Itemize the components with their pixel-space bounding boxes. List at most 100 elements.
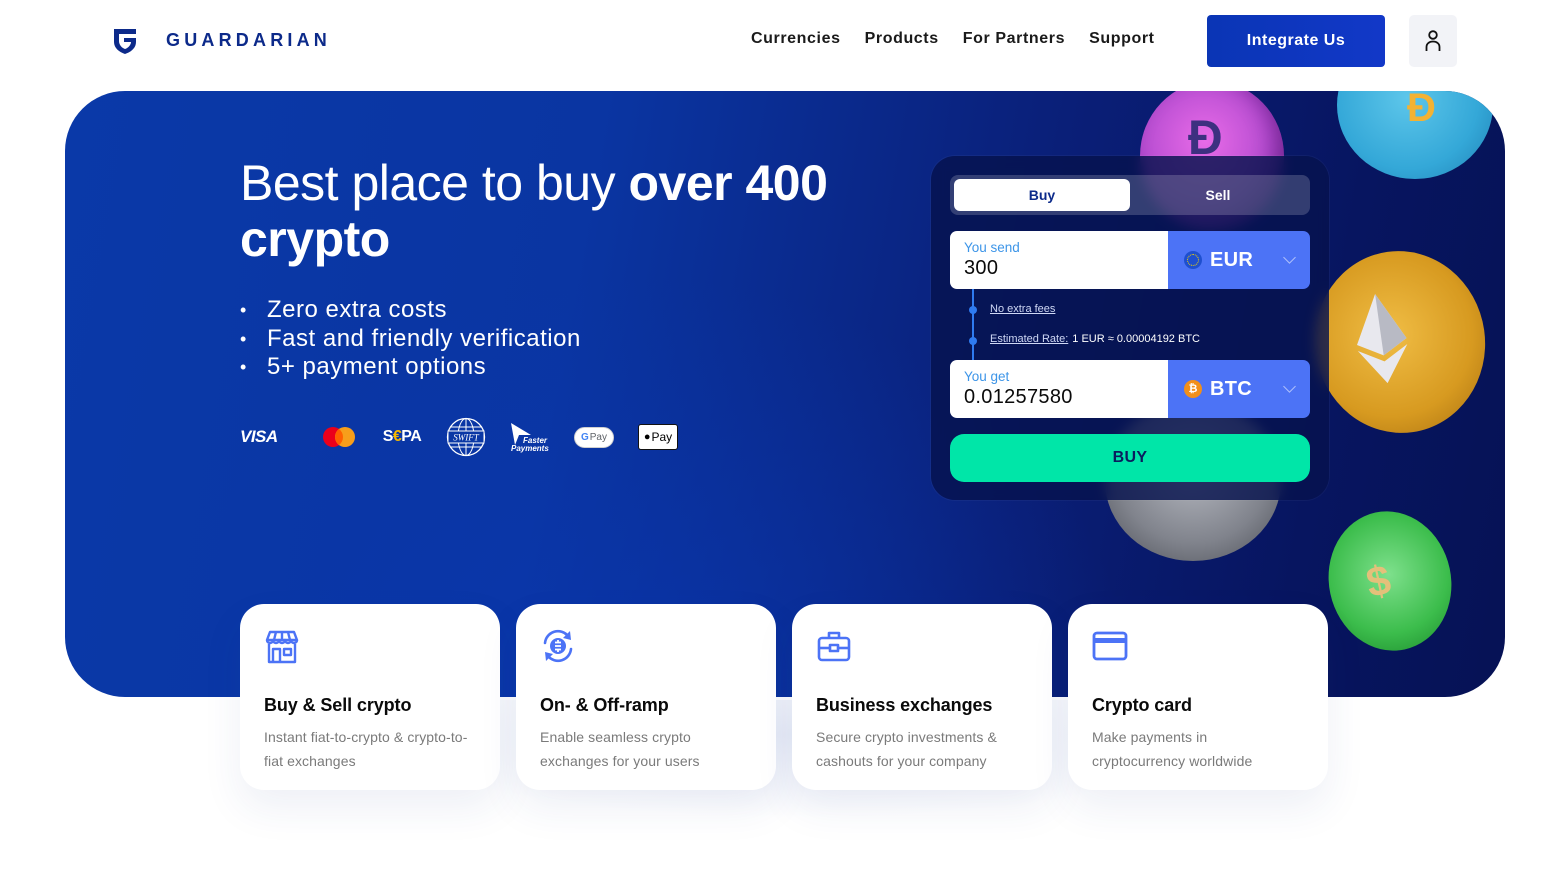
get-amount-input[interactable]: You get 0.01257580 <box>950 360 1168 418</box>
card-description: Instant fiat-to-crypto & crypto-to-fiat … <box>264 729 468 769</box>
hero-heading-bold: over 400 <box>628 155 828 211</box>
credit-card-icon <box>1092 631 1128 661</box>
sepa-pa: PA <box>401 428 422 445</box>
payments-text: Payments <box>511 444 549 453</box>
card-description: Enable seamless crypto exchanges for you… <box>540 729 700 769</box>
feature-list: • Zero extra costs • Fast and friendly ver… <box>240 296 581 382</box>
faster-payments-icon: Faster Payments <box>511 423 549 453</box>
feature-item: • Zero extra costs <box>240 296 581 325</box>
hero-heading-regular: Best place to buy <box>240 155 629 211</box>
no-extra-fees-link[interactable]: No extra fees <box>990 303 1055 315</box>
crypto-exchange-icon <box>543 629 573 663</box>
card-title: On- & Off-ramp <box>540 695 669 715</box>
rate-info: Estimated Rate: 1 EUR ≈ 0.00004192 BTC <box>990 333 1200 345</box>
feature-text: 5+ payment options <box>267 353 487 380</box>
faster-payments-logo: Faster Payments <box>498 417 562 457</box>
exchange-widget: Buy Sell You send 300 EUR No extra fees … <box>931 156 1329 500</box>
card-on-off-ramp[interactable]: On- & Off-ramp Enable seamless crypto ex… <box>516 604 776 790</box>
chevron-down-icon <box>1283 380 1296 393</box>
nav-for-partners[interactable]: For Partners <box>963 30 1065 48</box>
buy-button[interactable]: BUY <box>950 434 1310 482</box>
nav-currencies[interactable]: Currencies <box>751 30 841 48</box>
apple-pay-badge: ● Pay <box>638 424 678 450</box>
fees-info: No extra fees <box>990 303 1055 315</box>
google-pay-text: Pay <box>589 431 607 443</box>
card-title: Business exchanges <box>816 695 993 715</box>
apple-pay-text: Pay <box>651 430 673 444</box>
payment-methods: VISA S € PA SWIFT Faster Payments G Pay … <box>240 417 690 457</box>
bullet: • <box>240 328 247 349</box>
bullet: • <box>240 300 247 320</box>
send-currency-code: EUR <box>1210 248 1254 271</box>
feature-item: • 5+ payment options <box>240 353 581 382</box>
google-g-icon: G <box>580 431 589 443</box>
card-description: Secure crypto investments & cashouts for… <box>816 729 997 769</box>
google-pay-logo: G Pay <box>562 417 626 457</box>
storefront-icon <box>265 630 299 664</box>
visa-logo: VISA <box>240 417 308 457</box>
timeline-dot <box>969 306 977 314</box>
product-cards: Buy & Sell crypto Instant fiat-to-crypto… <box>240 604 1328 790</box>
account-button[interactable] <box>1409 15 1457 67</box>
get-amount-value: 0.01257580 <box>964 386 1073 408</box>
timeline-dot <box>969 337 977 345</box>
main-nav: Currencies Products For Partners Support <box>751 30 1155 48</box>
apple-pay-logo: ● Pay <box>626 417 690 457</box>
stellar-icon: $ <box>1362 555 1395 607</box>
card-business-exchanges[interactable]: Business exchanges Secure crypto investm… <box>792 604 1052 790</box>
mastercard-icon <box>323 427 355 447</box>
card-description: Make payments in cryptocurrency worldwid… <box>1092 729 1253 769</box>
card-crypto-card[interactable]: Crypto card Make payments in cryptocurre… <box>1068 604 1328 790</box>
card-buy-sell-crypto[interactable]: Buy & Sell crypto Instant fiat-to-crypto… <box>240 604 500 790</box>
swift-logo: SWIFT <box>434 417 498 457</box>
sepa-s: S <box>382 428 394 445</box>
logo[interactable]: GUARDARIAN <box>112 27 331 54</box>
bullet: • <box>240 357 247 377</box>
feature-item: • Fast and friendly verification <box>240 325 581 354</box>
briefcase-icon <box>817 631 851 662</box>
get-label: You get <box>964 369 1010 384</box>
swift-text: SWIFT <box>453 433 479 443</box>
bitcoin-icon: ₿ <box>1184 380 1202 398</box>
rate-timeline <box>972 289 974 360</box>
coin-dogecoin-illustration: Ð <box>1337 91 1493 179</box>
send-currency-select[interactable]: EUR <box>1168 231 1310 289</box>
hero-heading: Best place to buy over 400 crypto <box>240 155 860 267</box>
hero-heading-bold-2: crypto <box>240 211 390 267</box>
brand-name: GUARDARIAN <box>166 30 331 50</box>
feature-text: Fast and friendly verification <box>267 324 581 352</box>
eu-flag-icon <box>1184 251 1202 269</box>
estimated-rate-link[interactable]: Estimated Rate: <box>990 333 1068 345</box>
send-amount-input[interactable]: You send 300 <box>950 231 1168 289</box>
site-header: GUARDARIAN Currencies Products For Partn… <box>0 0 1568 82</box>
card-title: Buy & Sell crypto <box>264 695 412 715</box>
feature-text: Zero extra costs <box>267 296 448 323</box>
nav-products[interactable]: Products <box>865 30 939 48</box>
apple-icon: ● <box>643 431 651 443</box>
integrate-us-button[interactable]: Integrate Us <box>1207 15 1385 67</box>
send-amount-value: 300 <box>964 257 999 279</box>
send-label: You send <box>964 240 1020 255</box>
card-title: Crypto card <box>1092 695 1192 715</box>
get-field: You get 0.01257580 ₿ BTC <box>950 360 1310 418</box>
tab-buy[interactable]: Buy <box>954 179 1130 211</box>
google-pay-badge: G Pay <box>574 426 614 448</box>
ethereum-icon <box>1357 294 1408 384</box>
coin-stellar-illustration: $ <box>1315 499 1465 663</box>
tab-sell[interactable]: Sell <box>1130 179 1306 211</box>
send-field: You send 300 EUR <box>950 231 1310 289</box>
visa-text: VISA <box>240 427 278 446</box>
sepa-euro: € <box>392 428 402 445</box>
coin-ethereum-illustration <box>1303 240 1497 444</box>
mastercard-logo <box>308 417 370 457</box>
get-currency-select[interactable]: ₿ BTC <box>1168 360 1310 418</box>
dogecoin-icon: Ð <box>1407 91 1436 130</box>
estimated-rate-value: 1 EUR ≈ 0.00004192 BTC <box>1072 333 1200 345</box>
chevron-down-icon <box>1283 251 1296 264</box>
nav-support[interactable]: Support <box>1089 30 1155 48</box>
buy-sell-tabs: Buy Sell <box>950 175 1310 215</box>
guardarian-shield-icon <box>114 29 136 54</box>
swift-globe-icon: SWIFT <box>446 417 486 457</box>
user-icon <box>1425 30 1441 51</box>
get-currency-code: BTC <box>1210 377 1253 400</box>
